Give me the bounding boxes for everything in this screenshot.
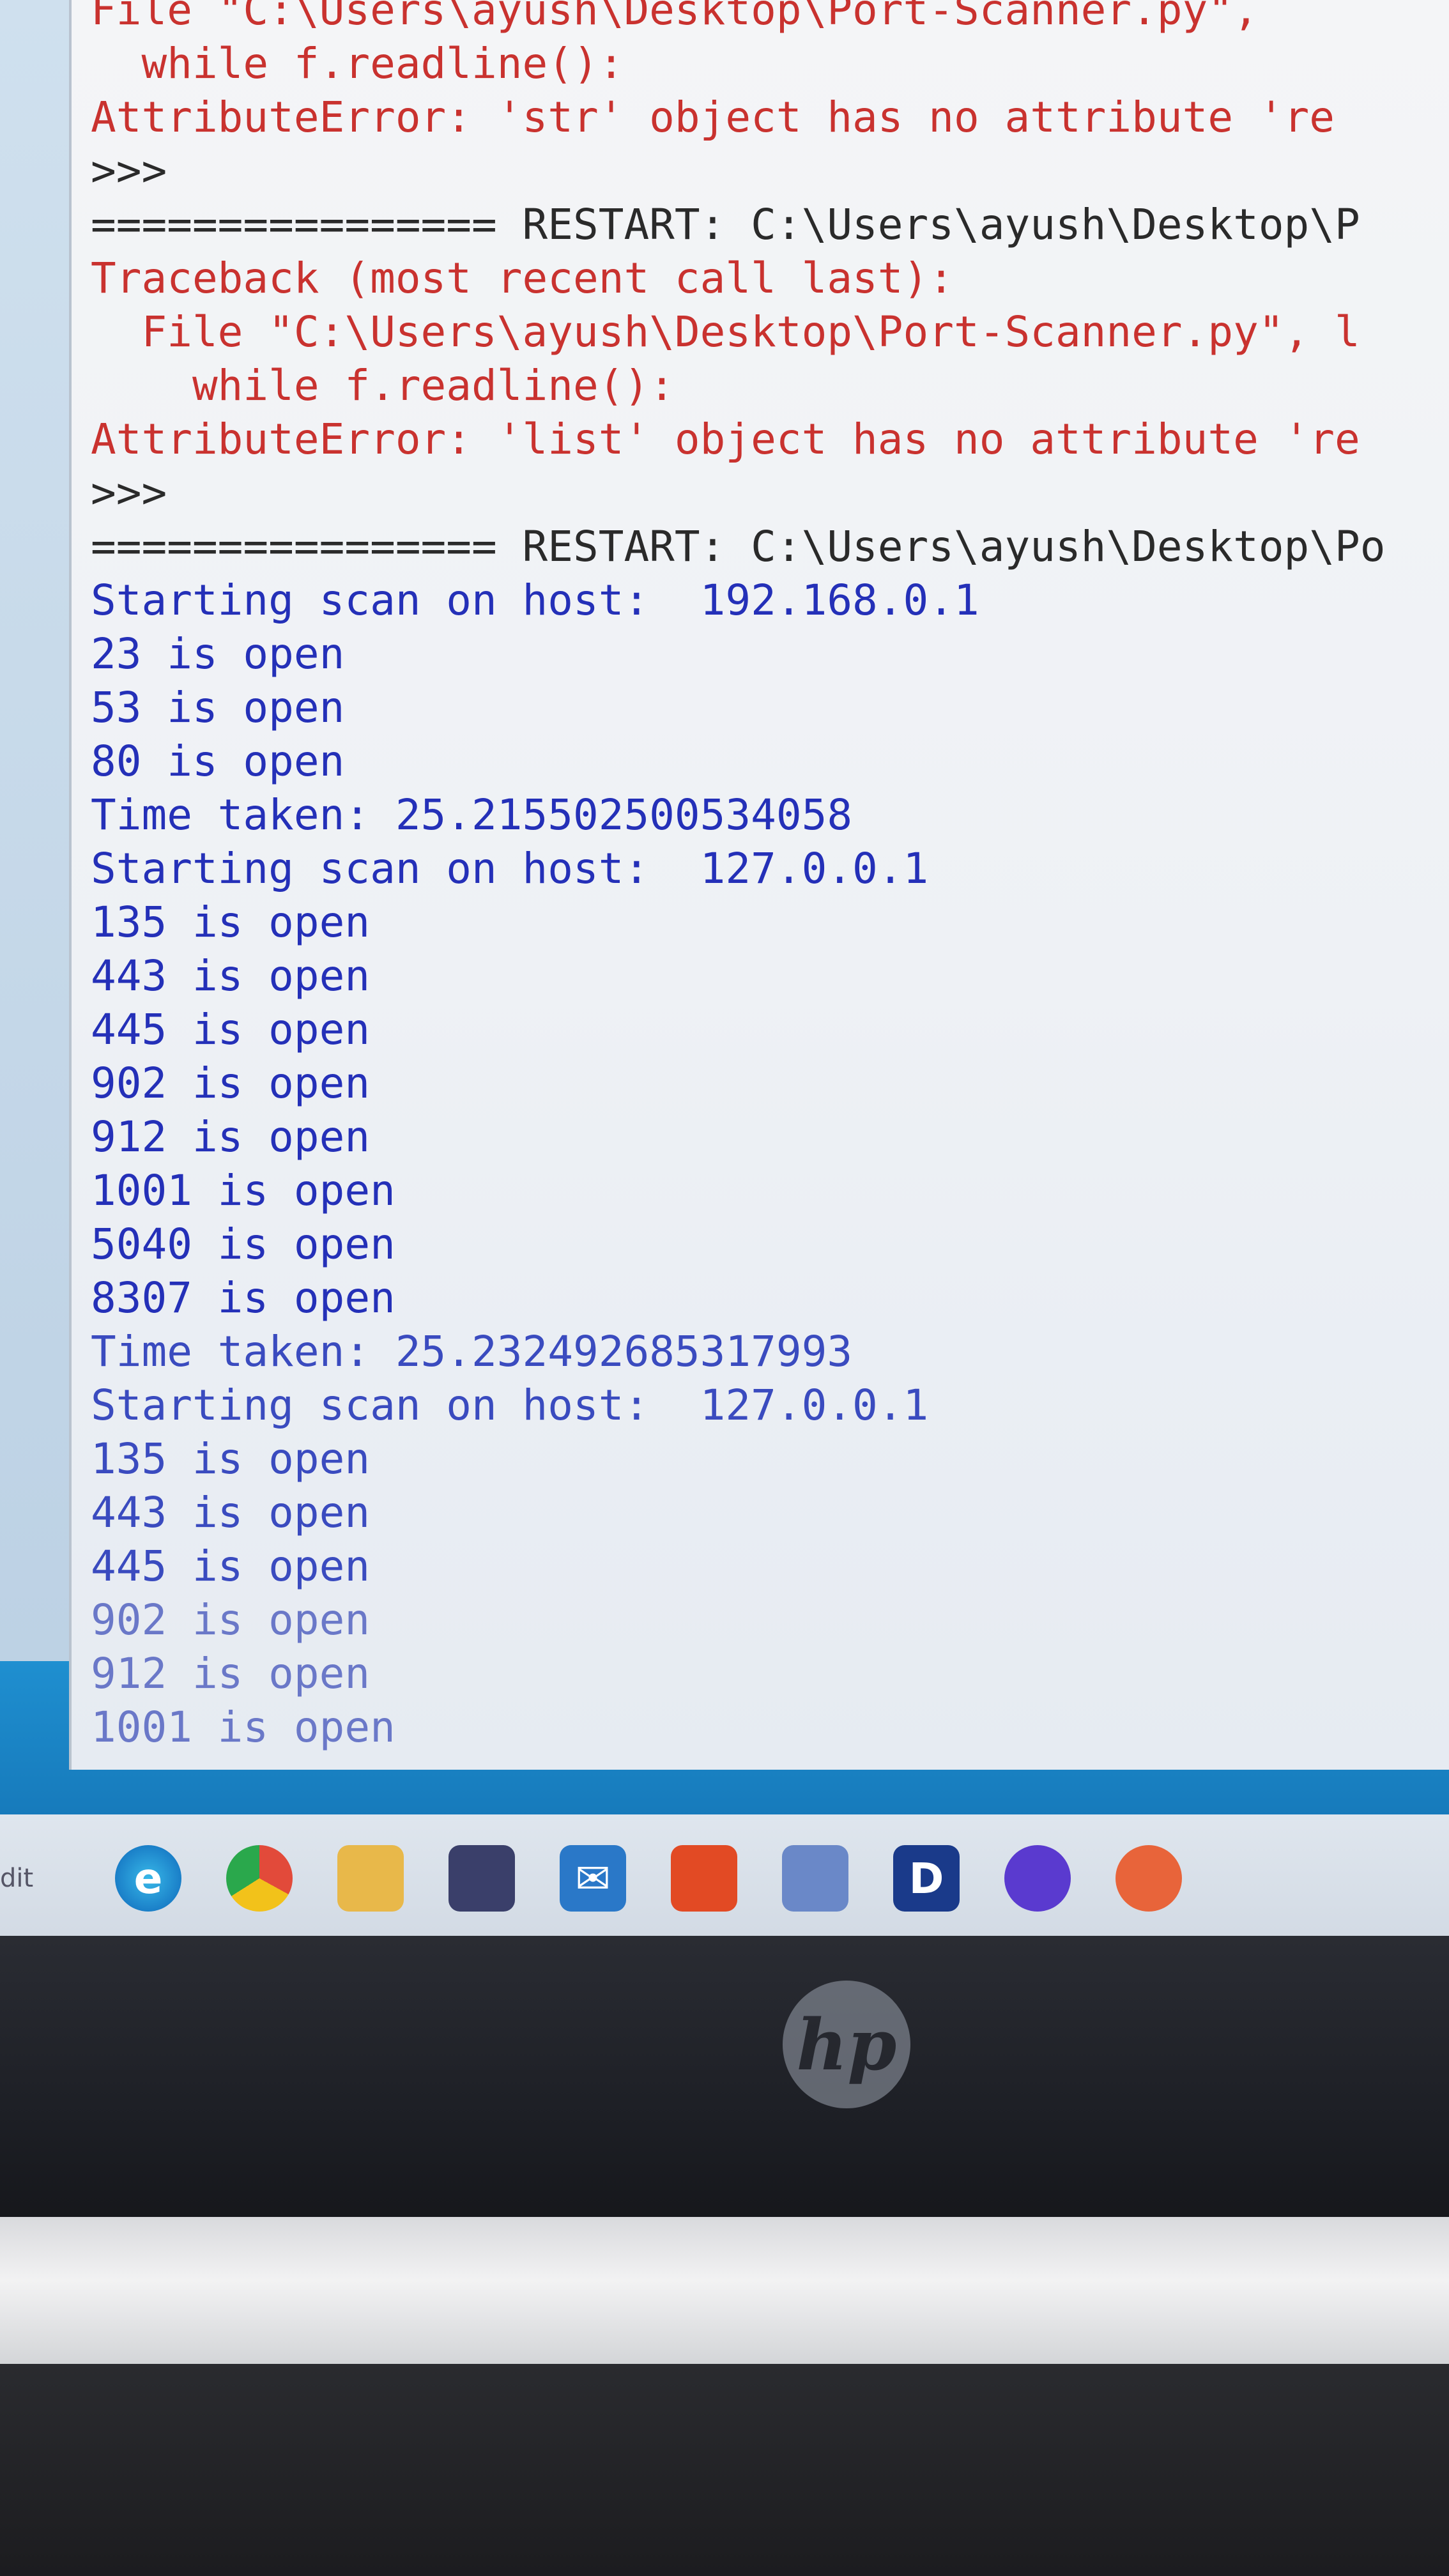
shell-line: AttributeError: 'str' object has no attr… — [91, 93, 1335, 142]
shell-line: Starting scan on host: 192.168.0.1 — [91, 576, 979, 625]
shell-line: 8307 is open — [91, 1273, 395, 1322]
shell-line: 912 is open — [91, 1112, 371, 1162]
shell-line: 5040 is open — [91, 1220, 395, 1269]
shell-prompt: >>> — [91, 468, 167, 518]
shell-line: 445 is open — [91, 1542, 371, 1591]
shell-line: 135 is open — [91, 898, 371, 947]
mail-icon[interactable]: ✉ — [560, 1845, 626, 1912]
folder-icon[interactable] — [782, 1845, 848, 1912]
store-icon[interactable] — [448, 1845, 515, 1912]
shell-line: 902 is open — [91, 1059, 371, 1108]
shell-line: Time taken: 25.215502500534058 — [91, 790, 853, 839]
restart-banner: ================ RESTART: C:\Users\ayush… — [91, 200, 1360, 249]
shell-line: 443 is open — [91, 1488, 371, 1537]
shell-line: 912 is open — [91, 1649, 371, 1698]
shell-line: 443 is open — [91, 951, 371, 1000]
restart-banner: ================ RESTART: C:\Users\ayush… — [91, 522, 1386, 571]
github-icon[interactable] — [1004, 1845, 1071, 1912]
shell-line: Traceback (most recent call last): — [91, 254, 954, 303]
taskbar-left-label: dit — [0, 1864, 34, 1893]
chrome-icon[interactable] — [226, 1845, 293, 1912]
shell-line: while f.readline(): — [91, 39, 624, 88]
taskbar: dit e ✉ D — [0, 1814, 1449, 1942]
shell-line: Starting scan on host: 127.0.0.1 — [91, 844, 929, 893]
shell-prompt: >>> — [91, 146, 167, 195]
shell-output[interactable]: File "C:\Users\ayush\Desktop\Port-Scanne… — [91, 0, 1449, 1754]
shell-line: 445 is open — [91, 1005, 371, 1054]
app-d-icon[interactable]: D — [893, 1845, 960, 1912]
file-explorer-icon[interactable] — [337, 1845, 404, 1912]
taskbar-icons: e ✉ D — [115, 1845, 1182, 1912]
laptop-bezel — [0, 1936, 1449, 2236]
laptop-base — [0, 2364, 1449, 2576]
hp-logo-text: hp — [796, 2003, 897, 2086]
shell-line: 1001 is open — [91, 1703, 395, 1752]
laptop-hinge — [0, 2217, 1449, 2377]
shell-line: 80 is open — [91, 737, 345, 786]
app-icon[interactable] — [1116, 1845, 1182, 1912]
shell-line: 1001 is open — [91, 1166, 395, 1215]
shell-line: Starting scan on host: 127.0.0.1 — [91, 1381, 929, 1430]
shell-line: 135 is open — [91, 1434, 371, 1483]
shell-line: File "C:\Users\ayush\Desktop\Port-Scanne… — [91, 0, 1259, 34]
shell-line: File "C:\Users\ayush\Desktop\Port-Scanne… — [91, 307, 1360, 356]
python-shell-window[interactable]: File "C:\Users\ayush\Desktop\Port-Scanne… — [69, 0, 1449, 1770]
shell-line: 53 is open — [91, 683, 345, 732]
hp-logo: hp — [783, 1981, 910, 2108]
edge-icon[interactable]: e — [115, 1845, 181, 1912]
shell-line: while f.readline(): — [91, 361, 675, 410]
office-icon[interactable] — [671, 1845, 737, 1912]
desktop-background — [0, 0, 77, 1725]
shell-line: 23 is open — [91, 629, 345, 678]
shell-line: 902 is open — [91, 1595, 371, 1644]
shell-line: Time taken: 25.232492685317993 — [91, 1327, 853, 1376]
shell-line: AttributeError: 'list' object has no att… — [91, 415, 1360, 464]
